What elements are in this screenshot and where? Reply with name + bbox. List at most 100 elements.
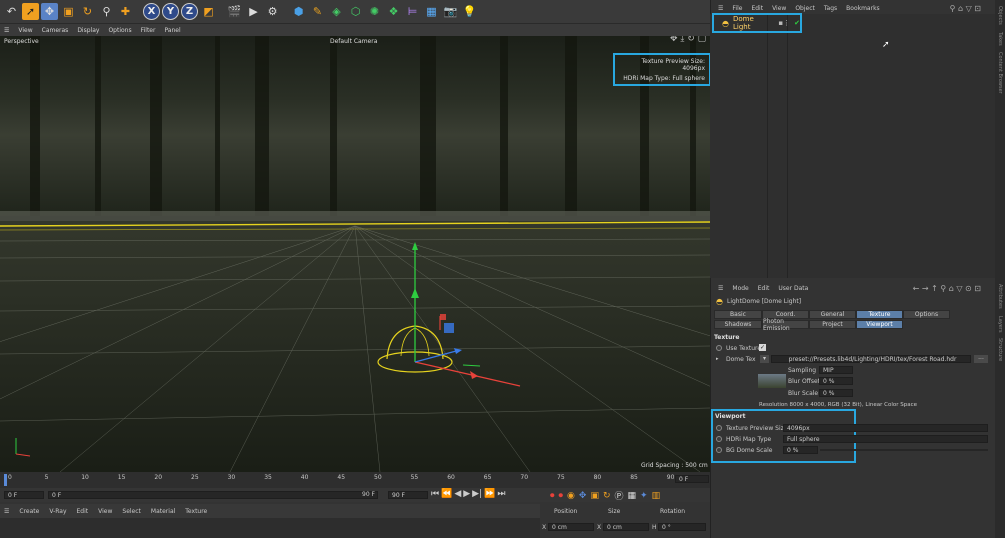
- prev-frame-icon[interactable]: ◀: [454, 489, 461, 499]
- y-axis-toggle[interactable]: Y: [162, 3, 179, 20]
- blur-offset-field[interactable]: 0 %: [819, 377, 853, 385]
- dome-tex-menu-button[interactable]: ▾: [760, 355, 769, 363]
- side-tab-takes[interactable]: Takes: [997, 32, 1003, 46]
- rot-h-field[interactable]: 0 °: [658, 523, 706, 531]
- environment-icon[interactable]: ▦: [423, 3, 440, 20]
- goto-start-icon[interactable]: ⏮: [431, 489, 439, 499]
- obj-menu-tags[interactable]: Tags: [824, 5, 837, 12]
- object-row-dome-light[interactable]: ◓ Dome Light ▪⋮ ✔: [712, 13, 802, 33]
- rotate-tool-icon[interactable]: ↻: [79, 3, 96, 20]
- object-list[interactable]: ◓ Dome Light ▪⋮ ✔ ➚: [710, 13, 995, 278]
- menu-edit[interactable]: Edit: [77, 508, 89, 515]
- side-tab-objects[interactable]: Objects: [997, 6, 1003, 25]
- cloner-icon[interactable]: ✺: [366, 3, 383, 20]
- menu-create[interactable]: Create: [19, 508, 39, 515]
- tab-texture[interactable]: Texture: [856, 310, 903, 319]
- key-position-icon[interactable]: ◉: [567, 491, 575, 501]
- attribute-nav-icons[interactable]: ← → ↑ ⚲ ⌂ ▽ ⊙ ⊡: [913, 284, 981, 293]
- menu-display[interactable]: Display: [77, 27, 99, 34]
- timeline-ruler[interactable]: 0 5 10 15 20 25 30 35 40 45 50 55 60 65 70 75 80 85 90: [0, 472, 710, 488]
- tab-project[interactable]: Project: [809, 320, 856, 329]
- attribute-menu-icon[interactable]: ☰: [718, 285, 723, 292]
- size-x-field[interactable]: 0 cm: [603, 523, 649, 531]
- current-frame-field-left[interactable]: 0 F: [4, 491, 44, 499]
- bg-dome-scale-slider[interactable]: [820, 449, 988, 451]
- x-axis-toggle[interactable]: X: [143, 3, 160, 20]
- dome-tex-path-field[interactable]: preset://Presets.lib4d/Lighting/HDRI/tex…: [771, 355, 971, 363]
- render-settings-icon[interactable]: ⚙: [264, 3, 281, 20]
- viewport-menu-icon[interactable]: ☰: [4, 27, 9, 34]
- autokey-icon[interactable]: ⏺: [559, 491, 564, 501]
- side-tab-attributes[interactable]: Attributes: [997, 284, 1003, 309]
- key-rotation-icon[interactable]: ↻: [603, 491, 611, 501]
- play-icon[interactable]: ▶: [463, 489, 470, 499]
- cube-icon[interactable]: ⬢: [290, 3, 307, 20]
- scale-tool-icon[interactable]: ▣: [60, 3, 77, 20]
- prev-key-icon[interactable]: ⏪: [441, 489, 452, 499]
- obj-menu-bookmarks[interactable]: Bookmarks: [846, 5, 880, 12]
- expand-arrow-icon[interactable]: ▸: [716, 356, 719, 362]
- hdri-map-anim-dot[interactable]: [716, 436, 722, 442]
- preview-size-anim-dot[interactable]: [716, 425, 722, 431]
- menu-cameras[interactable]: Cameras: [42, 27, 69, 34]
- attr-menu-mode[interactable]: Mode: [732, 285, 748, 292]
- light-icon[interactable]: 💡: [461, 3, 478, 20]
- key-pla-icon[interactable]: ▦: [628, 491, 637, 501]
- field-icon[interactable]: ⊨: [404, 3, 421, 20]
- deformer-icon[interactable]: ❖: [385, 3, 402, 20]
- side-tab-structure[interactable]: Structure: [997, 338, 1003, 361]
- obj-menu-edit[interactable]: Edit: [751, 5, 763, 12]
- viewport-nav-icons[interactable]: ✥ ⤓ ↻ ▢: [670, 36, 706, 44]
- attr-menu-edit[interactable]: Edit: [758, 285, 770, 292]
- menu-view-mat[interactable]: View: [98, 508, 112, 515]
- hdri-map-dropdown[interactable]: Full sphere: [783, 435, 988, 443]
- add-tool-icon[interactable]: ✚: [117, 3, 134, 20]
- key-scale-icon[interactable]: ▣: [590, 491, 599, 501]
- object-name[interactable]: Dome Light: [733, 15, 768, 31]
- preview-size-dropdown[interactable]: 4096px: [783, 424, 988, 432]
- extrude-icon[interactable]: ⬡: [347, 3, 364, 20]
- undo-icon[interactable]: ↶: [3, 3, 20, 20]
- menu-panel[interactable]: Panel: [164, 27, 180, 34]
- bg-dome-scale-field[interactable]: 0 %: [783, 446, 818, 454]
- coordinate-system-icon[interactable]: ◩: [200, 3, 217, 20]
- z-axis-toggle[interactable]: Z: [181, 3, 198, 20]
- side-tab-layers[interactable]: Layers: [997, 316, 1003, 333]
- menu-material[interactable]: Material: [151, 508, 175, 515]
- key-move-icon[interactable]: ✥: [579, 491, 587, 501]
- obj-menu-object[interactable]: Object: [795, 5, 815, 12]
- sampling-dropdown[interactable]: MIP: [819, 366, 853, 374]
- tab-shadows[interactable]: Shadows: [714, 320, 762, 329]
- use-texture-anim-dot[interactable]: [716, 345, 722, 351]
- bg-dome-anim-dot[interactable]: [716, 447, 722, 453]
- record-icon[interactable]: ⏺: [550, 491, 555, 501]
- use-texture-checkbox[interactable]: ✓: [759, 344, 766, 351]
- current-frame-field-right[interactable]: 0 F: [675, 475, 709, 483]
- menu-vray[interactable]: V-Ray: [49, 508, 66, 515]
- object-search-icons[interactable]: ⚲ ⌂ ▽ ⊡: [950, 4, 981, 13]
- obj-menu-file[interactable]: File: [732, 5, 742, 12]
- menu-view[interactable]: View: [18, 27, 32, 34]
- tab-photon-emission[interactable]: Photon Emission: [762, 318, 809, 332]
- render-view-icon[interactable]: ▶: [245, 3, 262, 20]
- menu-texture[interactable]: Texture: [185, 508, 207, 515]
- attr-menu-userdata[interactable]: User Data: [778, 285, 808, 292]
- key-param-icon[interactable]: Ⓟ: [615, 489, 624, 502]
- live-select-icon[interactable]: ⚲: [98, 3, 115, 20]
- blur-scale-field[interactable]: 0 %: [819, 389, 853, 397]
- subdivision-icon[interactable]: ◈: [328, 3, 345, 20]
- camera-name-label[interactable]: Default Camera: [330, 38, 377, 45]
- viewport[interactable]: Perspective Default Camera ✥ ⤓ ↻ ▢ Textu…: [0, 36, 710, 472]
- tab-basic[interactable]: Basic: [714, 310, 762, 319]
- material-menu-icon[interactable]: ☰: [4, 508, 9, 515]
- next-frame-icon[interactable]: ▶|: [472, 489, 482, 499]
- motion-icon[interactable]: ✦: [640, 491, 648, 501]
- tab-viewport[interactable]: Viewport: [856, 320, 903, 329]
- pos-x-field[interactable]: 0 cm: [548, 523, 594, 531]
- material-area[interactable]: [0, 518, 540, 538]
- enabled-check-icon[interactable]: ✔: [794, 19, 800, 27]
- pen-icon[interactable]: ✎: [309, 3, 326, 20]
- menu-filter[interactable]: Filter: [141, 27, 156, 34]
- end-frame-field[interactable]: 90 F: [388, 491, 428, 499]
- next-key-icon[interactable]: ⏩: [484, 489, 495, 499]
